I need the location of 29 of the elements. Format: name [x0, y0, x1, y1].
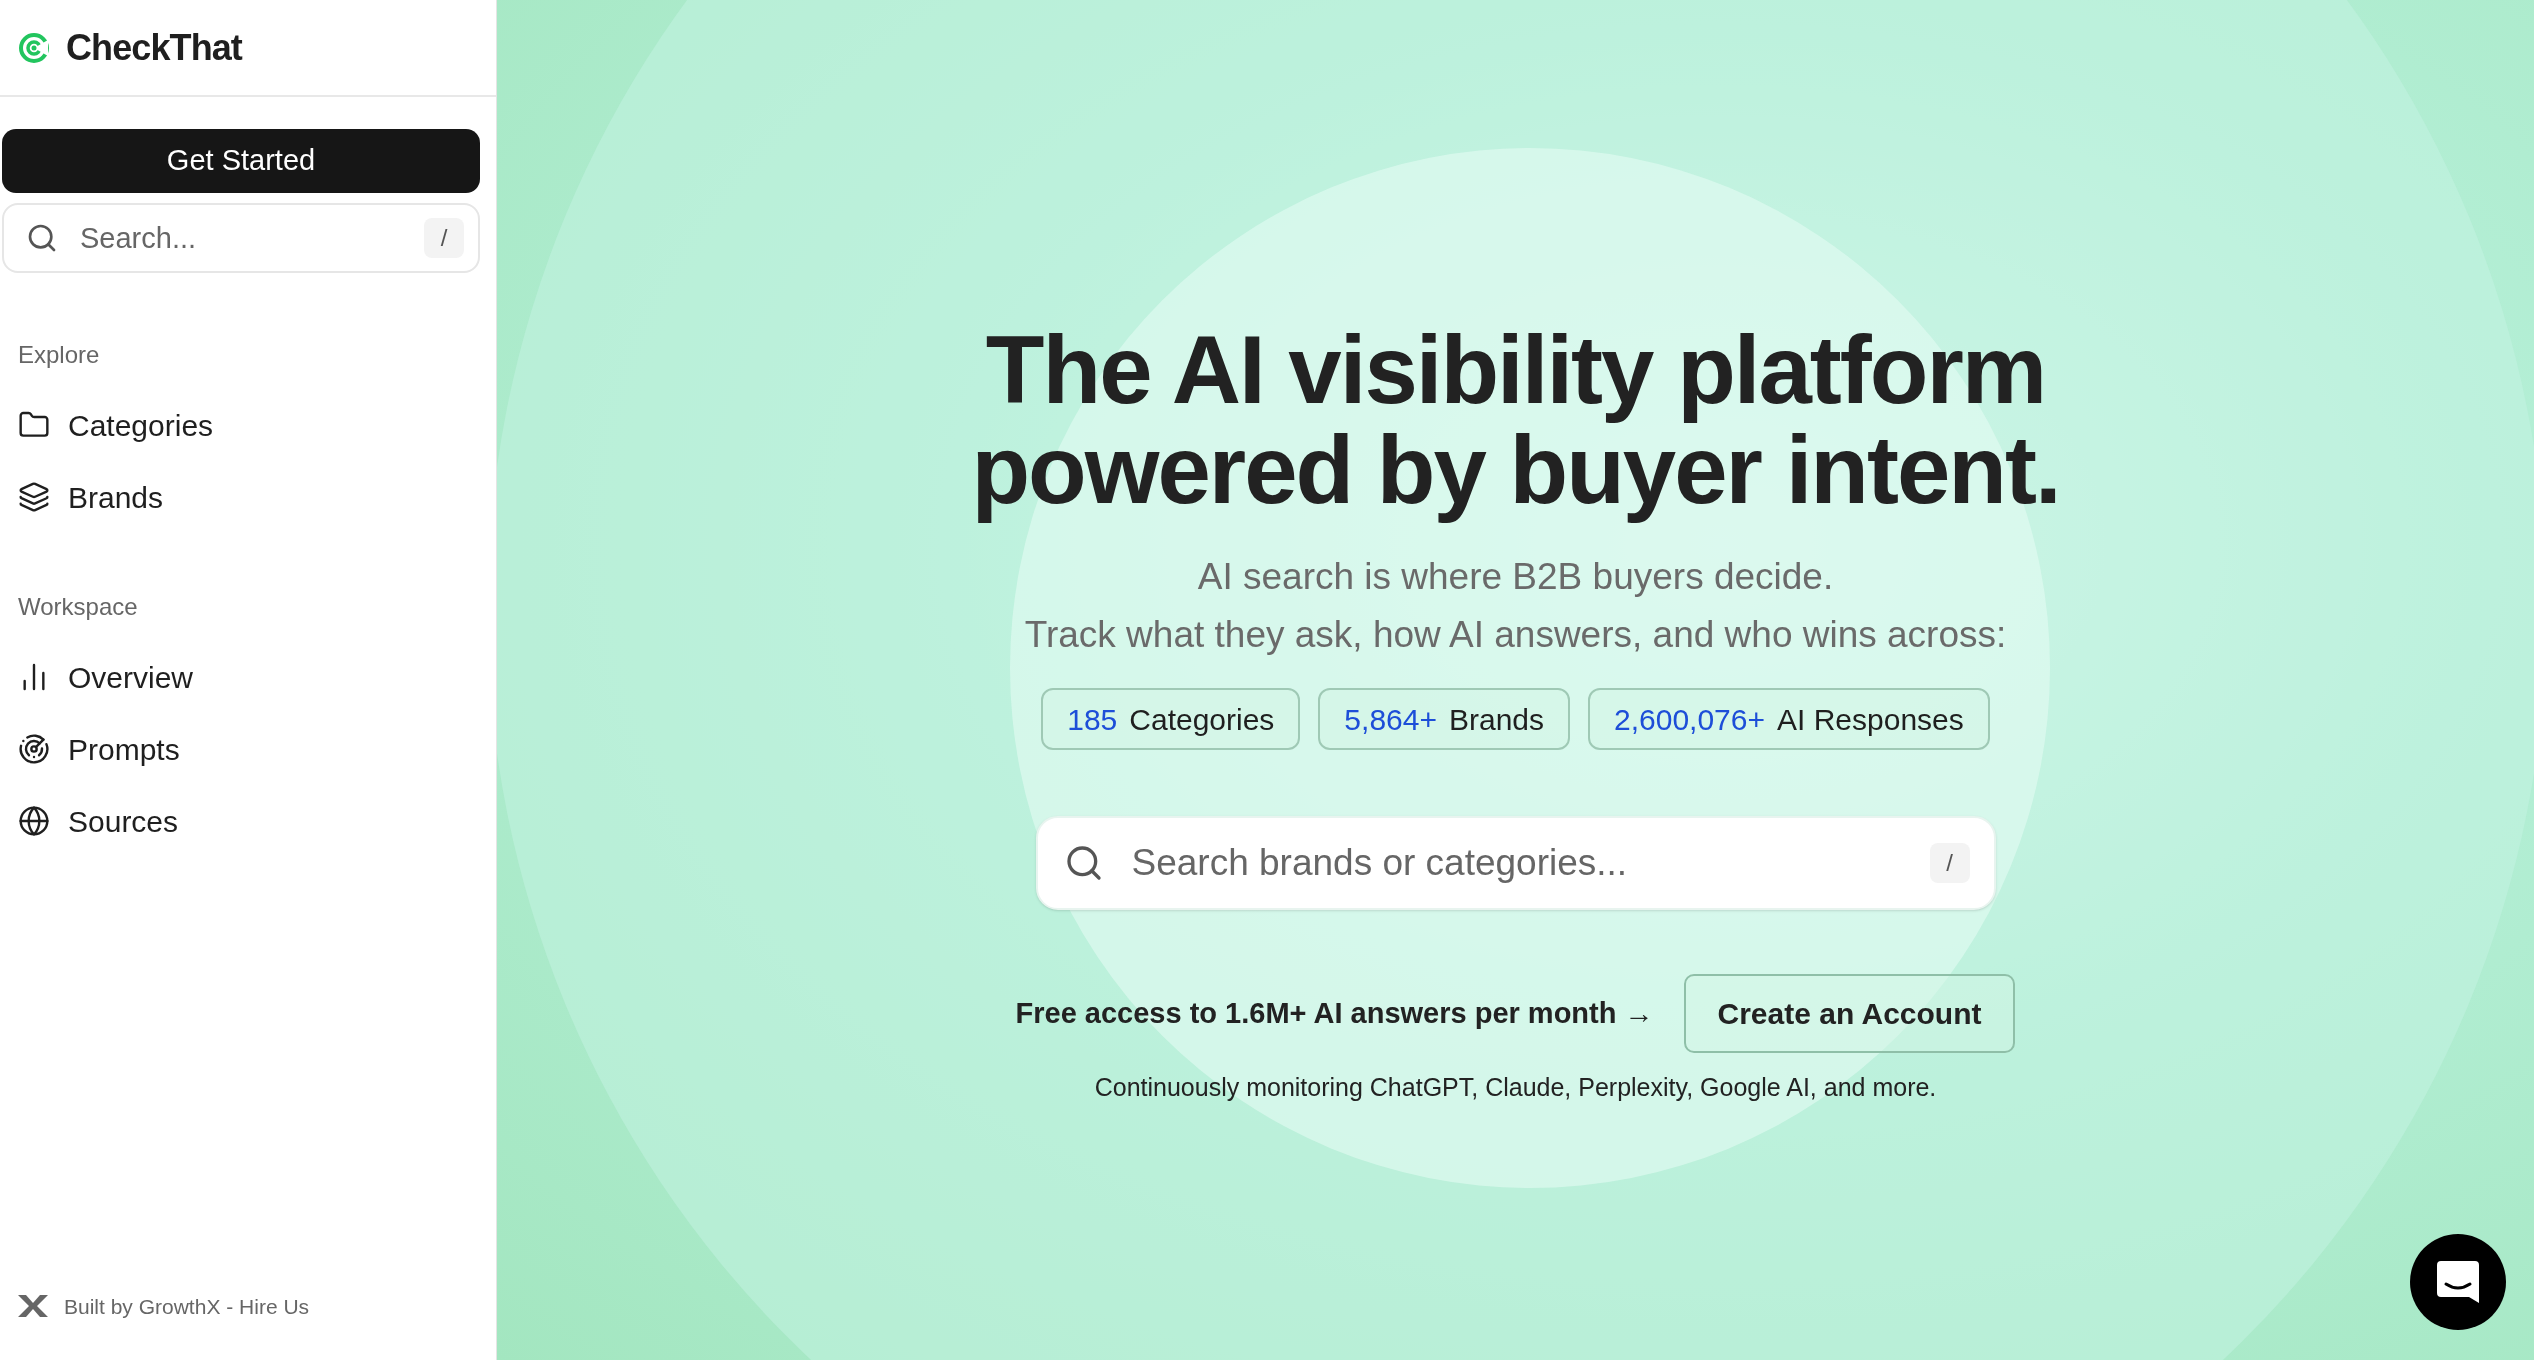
sidebar-item[interactable]: Overview [18, 641, 478, 713]
section-heading: Explore [18, 340, 101, 370]
x-logo-icon [18, 1295, 48, 1318]
logo-icon [18, 31, 50, 64]
monitoring-note: Continuously monitoring ChatGPT, Claude, Perplexity, Google AI, and more. [1094, 1072, 1937, 1103]
radar-icon [18, 733, 50, 765]
stat-value: 5,864+ [1344, 701, 1437, 738]
sidebar-item[interactable]: Brands [18, 461, 478, 533]
layers-icon [18, 481, 50, 513]
stat-value: 185 [1067, 701, 1118, 738]
stat-value: 2,600,076+ [1614, 701, 1765, 738]
free-access-link[interactable]: Free access to 1.6M+ AI answers per month → [1015, 991, 1654, 1036]
get-started-button[interactable]: Get Started [2, 129, 480, 193]
stat-label: Categories [1129, 701, 1275, 738]
search-icon [26, 222, 58, 254]
hero-subtitle: AI search is where B2B buyers decide. Track what they ask, how AI answers, and who wins across: [1024, 555, 2007, 657]
stat-label: Brands [1448, 701, 1544, 738]
sidebar-item[interactable]: Sources [18, 785, 478, 857]
globe-icon [18, 805, 50, 837]
logo-text: CheckThat [66, 25, 242, 70]
stat-label: AI Responses [1777, 701, 1964, 738]
section-heading: Workspace [18, 592, 139, 622]
sidebar-item[interactable]: Prompts [18, 713, 478, 785]
footer-link[interactable]: Built by GrowthX - Hire Us [64, 1290, 310, 1322]
create-account-button[interactable]: Create an Account [1683, 974, 2016, 1053]
shortcut-key: / [424, 218, 464, 258]
shortcut-key: / [1929, 843, 1970, 883]
chat-icon [2437, 1261, 2479, 1303]
sidebar-item[interactable]: Categories [18, 389, 478, 461]
